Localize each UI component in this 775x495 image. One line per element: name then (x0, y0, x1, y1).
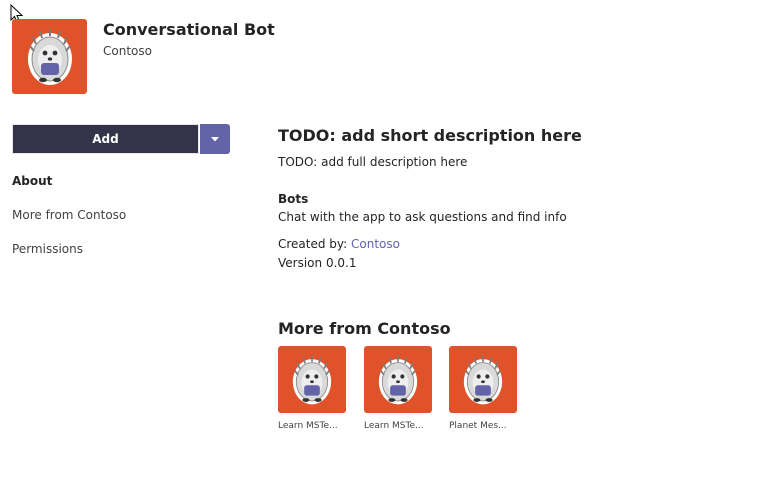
hedgehog-mascot-icon (463, 355, 503, 404)
created-by-label: Created by: (278, 237, 352, 251)
short-description: TODO: add short description here (278, 126, 582, 145)
app-publisher: Contoso (103, 44, 152, 58)
app-details-page: Conversational Bot Contoso Add About Mor… (0, 0, 775, 495)
more-app-icon (364, 346, 432, 413)
more-app-label: Learn MSTe... (364, 421, 424, 431)
more-app-label: Learn MSTe... (278, 421, 338, 431)
hedgehog-mascot-icon (292, 355, 332, 404)
created-by: Created by: Contoso (278, 237, 400, 251)
more-app-tile[interactable]: Planet Mes... (449, 346, 519, 431)
full-description: TODO: add full description here (278, 155, 468, 169)
nav-item-about[interactable]: About (12, 174, 52, 188)
more-app-tile[interactable]: Learn MSTe... (278, 346, 348, 431)
publisher-link[interactable]: Contoso (351, 237, 400, 251)
app-title: Conversational Bot (103, 20, 275, 39)
nav-item-permissions[interactable]: Permissions (12, 242, 83, 256)
more-from-title: More from Contoso (278, 319, 451, 338)
hedgehog-mascot-icon (378, 355, 418, 404)
hedgehog-mascot-icon (27, 28, 72, 85)
version-text: Version 0.0.1 (278, 256, 357, 270)
more-app-icon (278, 346, 346, 413)
more-app-tile[interactable]: Learn MSTe... (364, 346, 434, 431)
more-app-label: Planet Mes... (449, 421, 507, 431)
bots-section-title: Bots (278, 192, 309, 206)
more-app-icon (449, 346, 517, 413)
add-button[interactable]: Add (12, 124, 199, 154)
bots-description: Chat with the app to ask questions and f… (278, 210, 567, 224)
caret-down-icon (211, 136, 219, 141)
nav-item-more-from-publisher[interactable]: More from Contoso (12, 208, 126, 222)
add-options-dropdown-button[interactable] (200, 124, 230, 154)
app-icon (12, 19, 87, 94)
